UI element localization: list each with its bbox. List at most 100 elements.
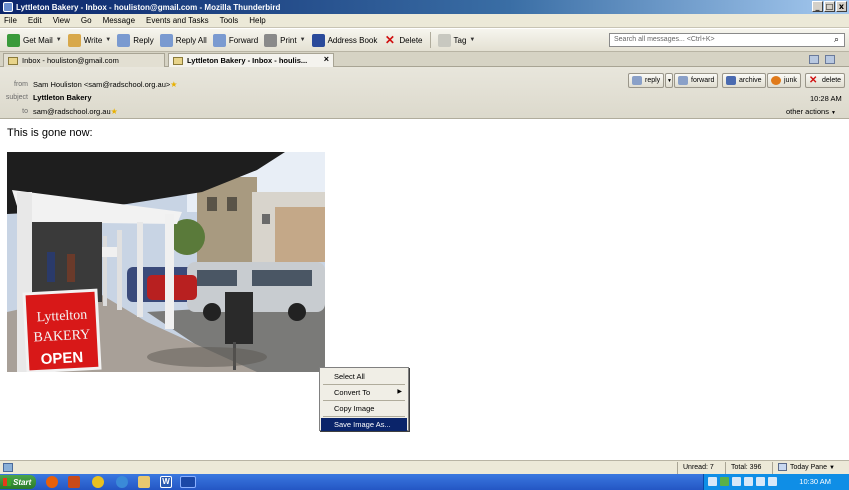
bakery-photo[interactable]: Lyttelton BAKERY OPEN — [7, 152, 325, 372]
chevron-down-icon[interactable]: ▼ — [300, 37, 306, 43]
chrome-icon[interactable] — [92, 476, 104, 488]
clock: 10:30 AM — [799, 477, 831, 486]
chevron-down-icon[interactable]: ▼ — [56, 37, 62, 43]
media-player-icon[interactable] — [68, 476, 80, 488]
address-book-icon — [311, 33, 325, 47]
internet-explorer-icon[interactable] — [116, 476, 128, 488]
reply-button[interactable]: Reply — [114, 31, 156, 49]
address-book-label: Address Book — [327, 35, 378, 45]
tray-safely-remove-icon[interactable] — [744, 477, 753, 486]
status-bar: Unread: 7 Total: 396 Today Pane ▼ — [0, 460, 849, 474]
online-status-icon[interactable] — [3, 463, 13, 472]
tab-message-label: Lyttleton Bakery - Inbox - houlis... — [187, 56, 308, 65]
chevron-down-icon[interactable]: ▼ — [105, 37, 111, 43]
forward-icon — [678, 76, 688, 85]
write-icon — [67, 33, 81, 47]
junk-icon — [771, 76, 781, 85]
menu-item-select-all[interactable]: Select All — [321, 370, 407, 383]
message-icon — [173, 56, 183, 65]
get-mail-icon — [7, 33, 20, 47]
junk-label: junk — [784, 77, 797, 84]
from-label: from — [14, 81, 28, 88]
to-address[interactable]: sam@radschool.org.au — [33, 107, 111, 116]
tray-monitor-icon[interactable] — [732, 477, 741, 486]
other-actions-label: other actions — [786, 107, 829, 116]
from-value[interactable]: Sam Houliston <sam@radschool.org.au>★ — [33, 80, 177, 89]
reply-all-button[interactable]: Reply All — [157, 31, 210, 49]
message-body: This is gone now: Lyttelton BAKERY OPEN — [0, 120, 849, 460]
tray-arrow-icon[interactable] — [708, 477, 717, 486]
close-button[interactable]: x — [836, 1, 847, 12]
star-icon[interactable]: ★ — [170, 80, 177, 89]
archive-button[interactable]: archive — [722, 73, 766, 88]
today-pane-toggle[interactable]: Today Pane ▼ — [772, 462, 848, 474]
subject-label: subject — [5, 94, 28, 101]
forward-button[interactable]: forward — [674, 73, 719, 88]
menu-separator — [323, 416, 405, 417]
menu-edit[interactable]: Edit — [28, 16, 42, 25]
menu-message[interactable]: Message — [103, 16, 135, 25]
delete-label: Delete — [399, 35, 423, 45]
to-value[interactable]: sam@radschool.org.au★ — [33, 107, 118, 116]
menu-view[interactable]: View — [53, 16, 70, 25]
print-button[interactable]: Print ▼ — [261, 31, 308, 49]
tab-bar-tools — [809, 55, 835, 64]
junk-button[interactable]: junk — [767, 73, 801, 88]
get-mail-button[interactable]: Get Mail ▼ — [4, 31, 65, 49]
other-actions-button[interactable]: other actions ▼ — [786, 107, 836, 116]
word-icon[interactable]: W — [160, 476, 172, 488]
print-icon — [264, 33, 278, 47]
reply-all-label: Reply All — [175, 35, 207, 45]
forward-button[interactable]: Forward — [210, 31, 261, 49]
window-titlebar: Lyttleton Bakery - Inbox - houliston@gma… — [0, 0, 849, 14]
tray-network-icon[interactable] — [720, 477, 729, 486]
menu-item-copy-image[interactable]: Copy Image — [321, 402, 407, 415]
folder-icon[interactable] — [138, 476, 150, 488]
save-image-as-label: Save Image As... — [334, 420, 391, 429]
start-label: Start — [13, 477, 32, 487]
close-tab-icon[interactable]: × — [324, 54, 329, 64]
minimize-button[interactable]: _ — [812, 1, 823, 12]
address-book-button[interactable]: Address Book — [309, 31, 381, 49]
chevron-down-icon[interactable]: ▼ — [469, 37, 475, 43]
message-header: from Sam Houliston <sam@radschool.org.au… — [0, 67, 849, 119]
menu-item-save-image-as[interactable]: Save Image As... — [321, 418, 407, 431]
search-input[interactable]: Search all messages... <Ctrl+K> — [609, 33, 845, 47]
forward-label: Forward — [228, 35, 259, 45]
menu-file[interactable]: File — [4, 16, 17, 25]
firefox-icon[interactable] — [46, 476, 58, 488]
start-button[interactable]: Start — [0, 475, 36, 489]
reply-button[interactable]: reply — [628, 73, 665, 88]
menu-separator — [323, 400, 405, 401]
tag-button[interactable]: Tag ▼ — [435, 31, 479, 49]
menu-help[interactable]: Help — [249, 16, 265, 25]
system-tray: 10:30 AM — [703, 474, 849, 490]
tray-volume-icon[interactable] — [768, 477, 777, 486]
star-icon[interactable]: ★ — [111, 107, 118, 116]
menu-item-convert-to[interactable]: Convert To ▶ — [321, 386, 407, 399]
context-menu: Select All Convert To ▶ Copy Image Save … — [319, 367, 409, 431]
reply-dropdown[interactable]: ▼ — [665, 73, 673, 88]
clipboard-icon[interactable] — [825, 55, 835, 64]
write-button[interactable]: Write ▼ — [65, 31, 114, 49]
thunderbird-taskbar-button[interactable] — [180, 476, 196, 488]
delete-button[interactable]: ✕ delete — [805, 73, 846, 88]
maximize-button[interactable]: □ — [824, 1, 835, 12]
archive-icon — [726, 76, 736, 85]
body-text: This is gone now: — [7, 127, 93, 139]
from-address[interactable]: Sam Houliston <sam@radschool.org.au> — [33, 80, 170, 89]
tab-inbox[interactable]: Inbox - houliston@gmail.com — [3, 53, 165, 67]
total-count: Total: 396 — [725, 462, 766, 474]
menu-tools[interactable]: Tools — [220, 16, 239, 25]
tray-printer-icon[interactable] — [756, 477, 765, 486]
tab-list-icon[interactable] — [809, 55, 819, 64]
tab-message[interactable]: Lyttleton Bakery - Inbox - houlis... × — [168, 53, 334, 67]
search-icon[interactable]: ⌕ — [834, 34, 839, 45]
chevron-down-icon: ▼ — [831, 110, 836, 116]
delete-button[interactable]: ✕ Delete — [380, 31, 425, 49]
menu-events-and-tasks[interactable]: Events and Tasks — [146, 16, 209, 25]
menu-go[interactable]: Go — [81, 16, 92, 25]
unread-count: Unread: 7 — [677, 462, 719, 474]
tag-icon — [437, 33, 451, 47]
delete-icon: ✕ — [384, 32, 395, 47]
